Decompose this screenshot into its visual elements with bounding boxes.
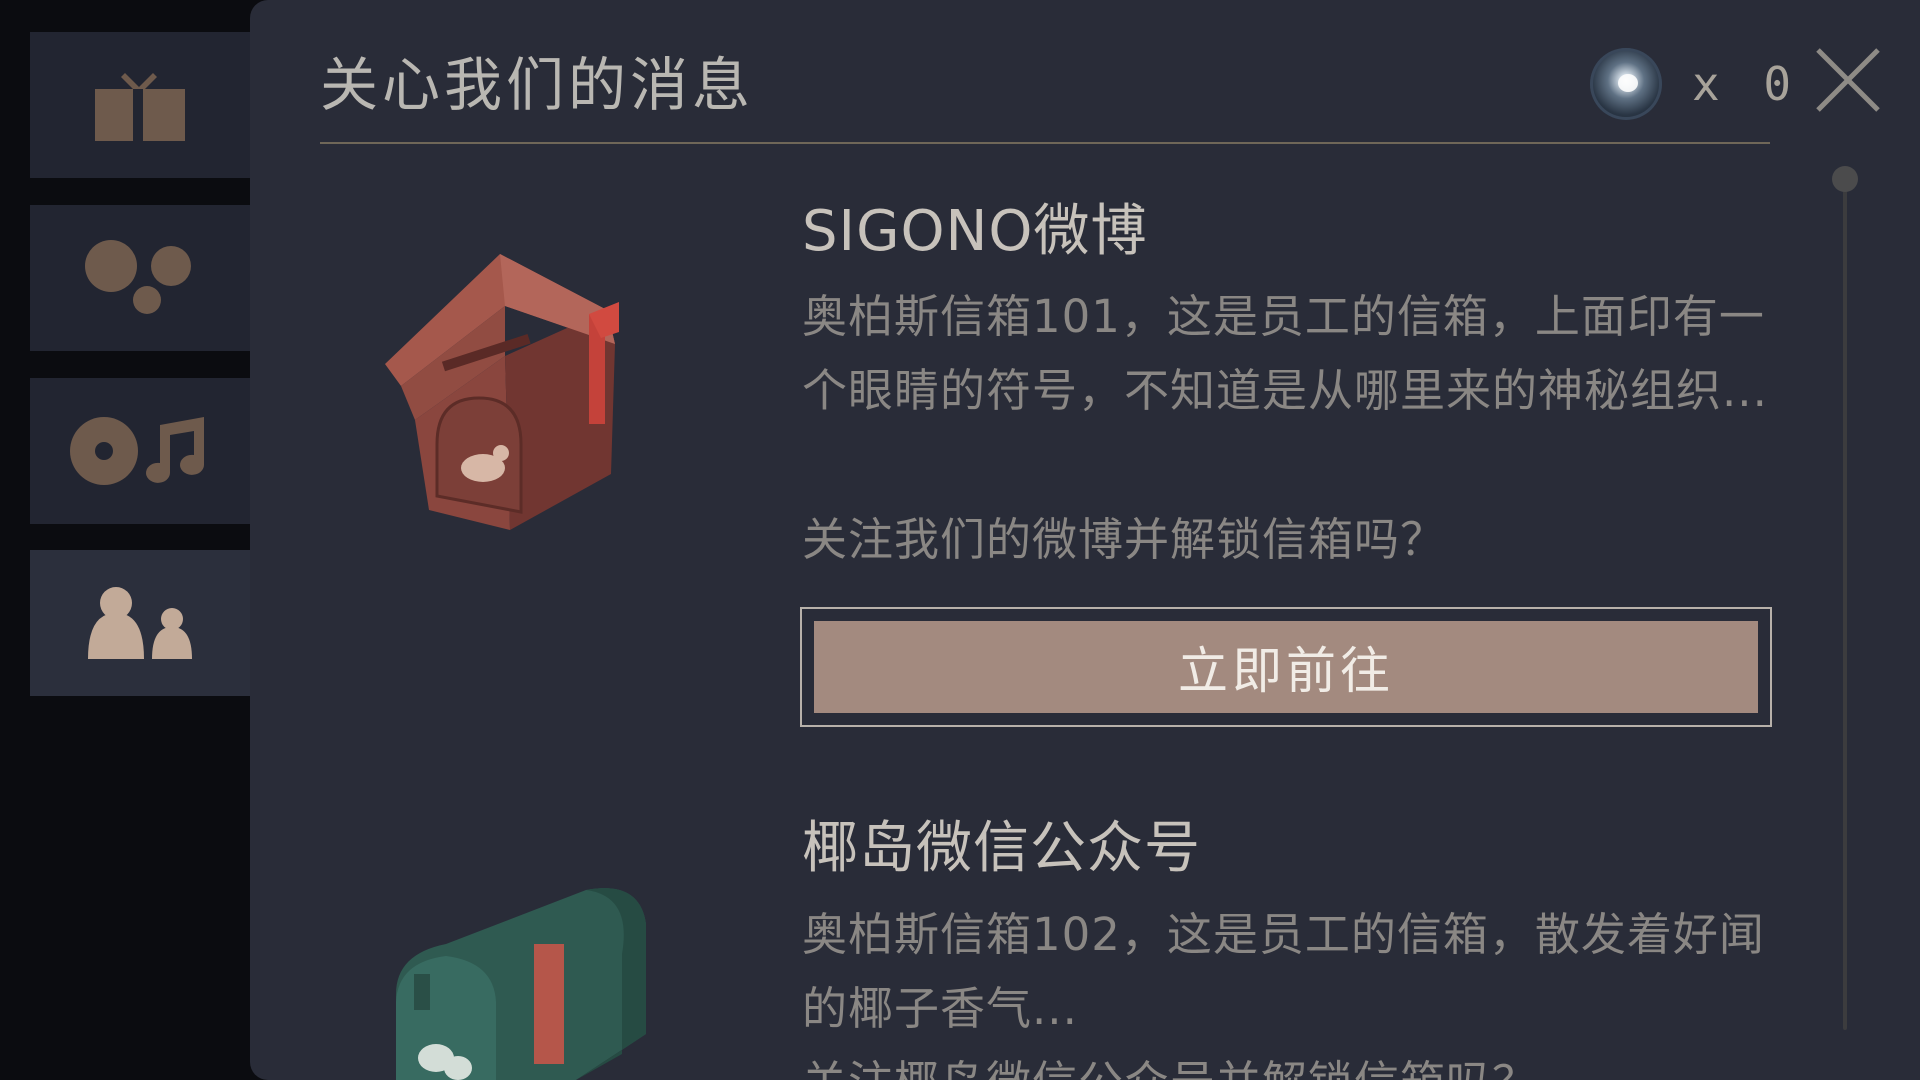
close-icon xyxy=(1816,48,1880,112)
weibo-mailbox-icon xyxy=(385,254,619,530)
card-title: 椰岛微信公众号 xyxy=(802,816,1201,881)
close-button[interactable] xyxy=(1814,46,1882,114)
currency-counter: x 0 xyxy=(1590,48,1799,120)
sidebar xyxy=(30,0,250,1080)
currency-count: x 0 xyxy=(1692,57,1800,111)
card-description: 奥柏斯信箱102，这是员工的信箱，散发着好闻的椰子香气... xyxy=(802,908,1765,1035)
screen: 关心我们的消息 x 0 SIGONO微博 奥柏斯信箱101，这是员工的信箱，上面… xyxy=(0,0,1920,1080)
tab-collection[interactable] xyxy=(30,205,250,351)
go-now-button[interactable]: 立即前往 xyxy=(814,621,1758,713)
card-question: 关注我们的微博并解锁信箱吗？ xyxy=(802,513,1447,566)
card-description: 奥柏斯信箱101，这是员工的信箱，上面印有一个眼睛的符号，不知道是从哪里来的神秘… xyxy=(802,290,1768,417)
messages-panel: 关心我们的消息 x 0 SIGONO微博 奥柏斯信箱101，这是员工的信箱，上面… xyxy=(250,0,1920,1080)
go-button-frame: 立即前往 xyxy=(800,607,1772,727)
gift-icon xyxy=(95,73,185,141)
header-divider xyxy=(320,142,1770,144)
people-icon xyxy=(88,587,192,659)
card-question: 关注椰岛微信公众号并解锁信箱吗？ xyxy=(802,1046,1538,1080)
scrollbar[interactable] xyxy=(1843,172,1847,1030)
page-title: 关心我们的消息 xyxy=(320,51,755,119)
music-icon xyxy=(70,417,204,485)
orb-currency-icon xyxy=(1590,48,1662,120)
tab-music[interactable] xyxy=(30,378,250,524)
wechat-mailbox-icon xyxy=(396,888,646,1080)
card-title: SIGONO微博 xyxy=(802,199,1148,264)
dots-icon xyxy=(85,240,191,314)
tab-community[interactable] xyxy=(30,550,250,696)
scrollbar-thumb[interactable] xyxy=(1832,166,1858,192)
tab-gifts[interactable] xyxy=(30,32,250,178)
